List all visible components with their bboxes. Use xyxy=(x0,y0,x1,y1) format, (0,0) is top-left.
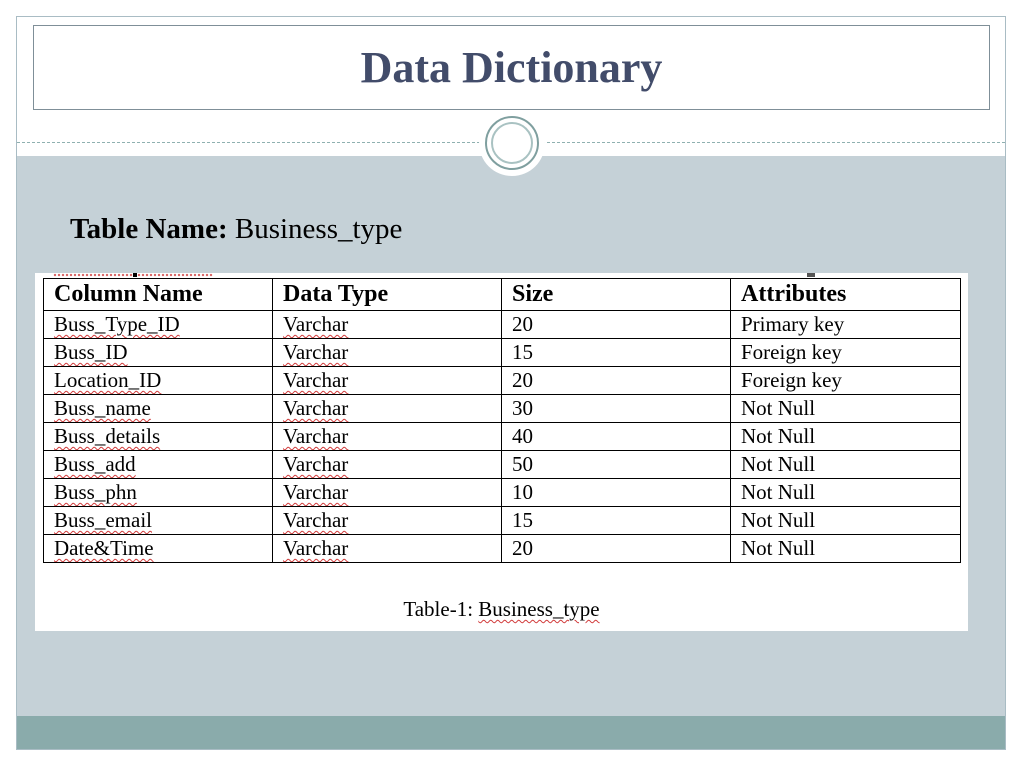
header-data-type: Data Type xyxy=(272,278,502,311)
cell-size: 20 xyxy=(501,534,731,563)
cell-text: Buss_add xyxy=(54,452,136,476)
cell-text: Varchar xyxy=(283,480,349,504)
cell-size: 50 xyxy=(501,450,731,479)
cell-data-type: Varchar xyxy=(272,506,502,535)
header-column-name: Column Name xyxy=(43,278,273,311)
table-row: Buss_details Varchar 40 Not Null xyxy=(43,422,961,451)
table-header-row: Column Name Data Type Size Attributes xyxy=(43,278,961,311)
cell-data-type: Varchar xyxy=(272,450,502,479)
table-name-label: Table Name: xyxy=(70,213,228,245)
cell-text: Varchar xyxy=(283,452,349,476)
cell-text: Location_ID xyxy=(54,368,162,392)
table-row: Buss_add Varchar 50 Not Null xyxy=(43,450,961,479)
cell-attributes: Primary key xyxy=(730,310,961,339)
table-row: Buss_phn Varchar 10 Not Null xyxy=(43,478,961,507)
circle-ornament-inner xyxy=(491,122,533,164)
table-name-value: Business_type xyxy=(234,213,403,245)
cell-text: Varchar xyxy=(283,340,349,364)
cell-attributes: Not Null xyxy=(730,478,961,507)
cell-text: Buss_email xyxy=(54,508,152,532)
cell-text: Buss_phn xyxy=(54,480,137,504)
cell-attributes: Not Null xyxy=(730,450,961,479)
cell-attributes: Not Null xyxy=(730,534,961,563)
cell-attributes: Not Null xyxy=(730,422,961,451)
cell-text: Date&Time xyxy=(54,536,154,560)
cell-data-type: Varchar xyxy=(272,310,502,339)
cell-data-type: Varchar xyxy=(272,338,502,367)
cell-text: Varchar xyxy=(283,508,349,532)
cell-column-name: Buss_add xyxy=(43,450,273,479)
cell-text: Varchar xyxy=(283,396,349,420)
cell-column-name: Location_ID xyxy=(43,366,273,395)
cell-column-name: Date&Time xyxy=(43,534,273,563)
footer-bar xyxy=(17,716,1005,749)
cell-size: 30 xyxy=(501,394,731,423)
cell-text: Buss_name xyxy=(54,396,151,420)
table-row: Date&Time Varchar 20 Not Null xyxy=(43,534,961,563)
cell-text: Varchar xyxy=(283,424,349,448)
table-row: Buss_Type_ID Varchar 20 Primary key xyxy=(43,310,961,339)
header-attributes: Attributes xyxy=(730,278,961,311)
cell-column-name: Buss_email xyxy=(43,506,273,535)
cell-data-type: Varchar xyxy=(272,366,502,395)
cell-data-type: Varchar xyxy=(272,478,502,507)
table-caption: Table-1: Business_type xyxy=(35,597,968,622)
cell-data-type: Varchar xyxy=(272,534,502,563)
table-row: Buss_ID Varchar 15 Foreign key xyxy=(43,338,961,367)
cell-column-name: Buss_ID xyxy=(43,338,273,367)
cell-size: 20 xyxy=(501,310,731,339)
table-image: Column Name Data Type Size Attributes Bu… xyxy=(35,273,968,631)
caption-prefix: Table-1: xyxy=(403,597,474,621)
title-box: Data Dictionary xyxy=(33,25,990,110)
cell-size: 15 xyxy=(501,506,731,535)
cell-text: Varchar xyxy=(283,536,349,560)
table-name-line: Table Name: Business_type xyxy=(70,213,402,246)
cell-text: Buss_Type_ID xyxy=(54,312,180,336)
cell-column-name: Buss_details xyxy=(43,422,273,451)
cell-column-name: Buss_name xyxy=(43,394,273,423)
cell-text: Buss_details xyxy=(54,424,161,448)
cell-data-type: Varchar xyxy=(272,394,502,423)
cell-text: Varchar xyxy=(283,368,349,392)
slide-title: Data Dictionary xyxy=(360,43,663,92)
cell-size: 15 xyxy=(501,338,731,367)
cell-attributes: Foreign key xyxy=(730,338,961,367)
cell-data-type: Varchar xyxy=(272,422,502,451)
cell-size: 20 xyxy=(501,366,731,395)
caption-name: Business_type xyxy=(478,597,600,621)
data-dictionary-table: Column Name Data Type Size Attributes Bu… xyxy=(43,278,961,563)
cell-column-name: Buss_Type_ID xyxy=(43,310,273,339)
cell-text: Varchar xyxy=(283,312,349,336)
table-row: Location_ID Varchar 20 Foreign key xyxy=(43,366,961,395)
cell-attributes: Not Null xyxy=(730,394,961,423)
cell-attributes: Not Null xyxy=(730,506,961,535)
cell-column-name: Buss_phn xyxy=(43,478,273,507)
table-row: Buss_name Varchar 30 Not Null xyxy=(43,394,961,423)
cell-attributes: Foreign key xyxy=(730,366,961,395)
cell-size: 10 xyxy=(501,478,731,507)
cell-text: Buss_ID xyxy=(54,340,128,364)
header-size: Size xyxy=(501,278,731,311)
cell-size: 40 xyxy=(501,422,731,451)
table-row: Buss_email Varchar 15 Not Null xyxy=(43,506,961,535)
cropped-text-fragment xyxy=(807,273,815,277)
cropped-text-fragment xyxy=(133,273,137,277)
